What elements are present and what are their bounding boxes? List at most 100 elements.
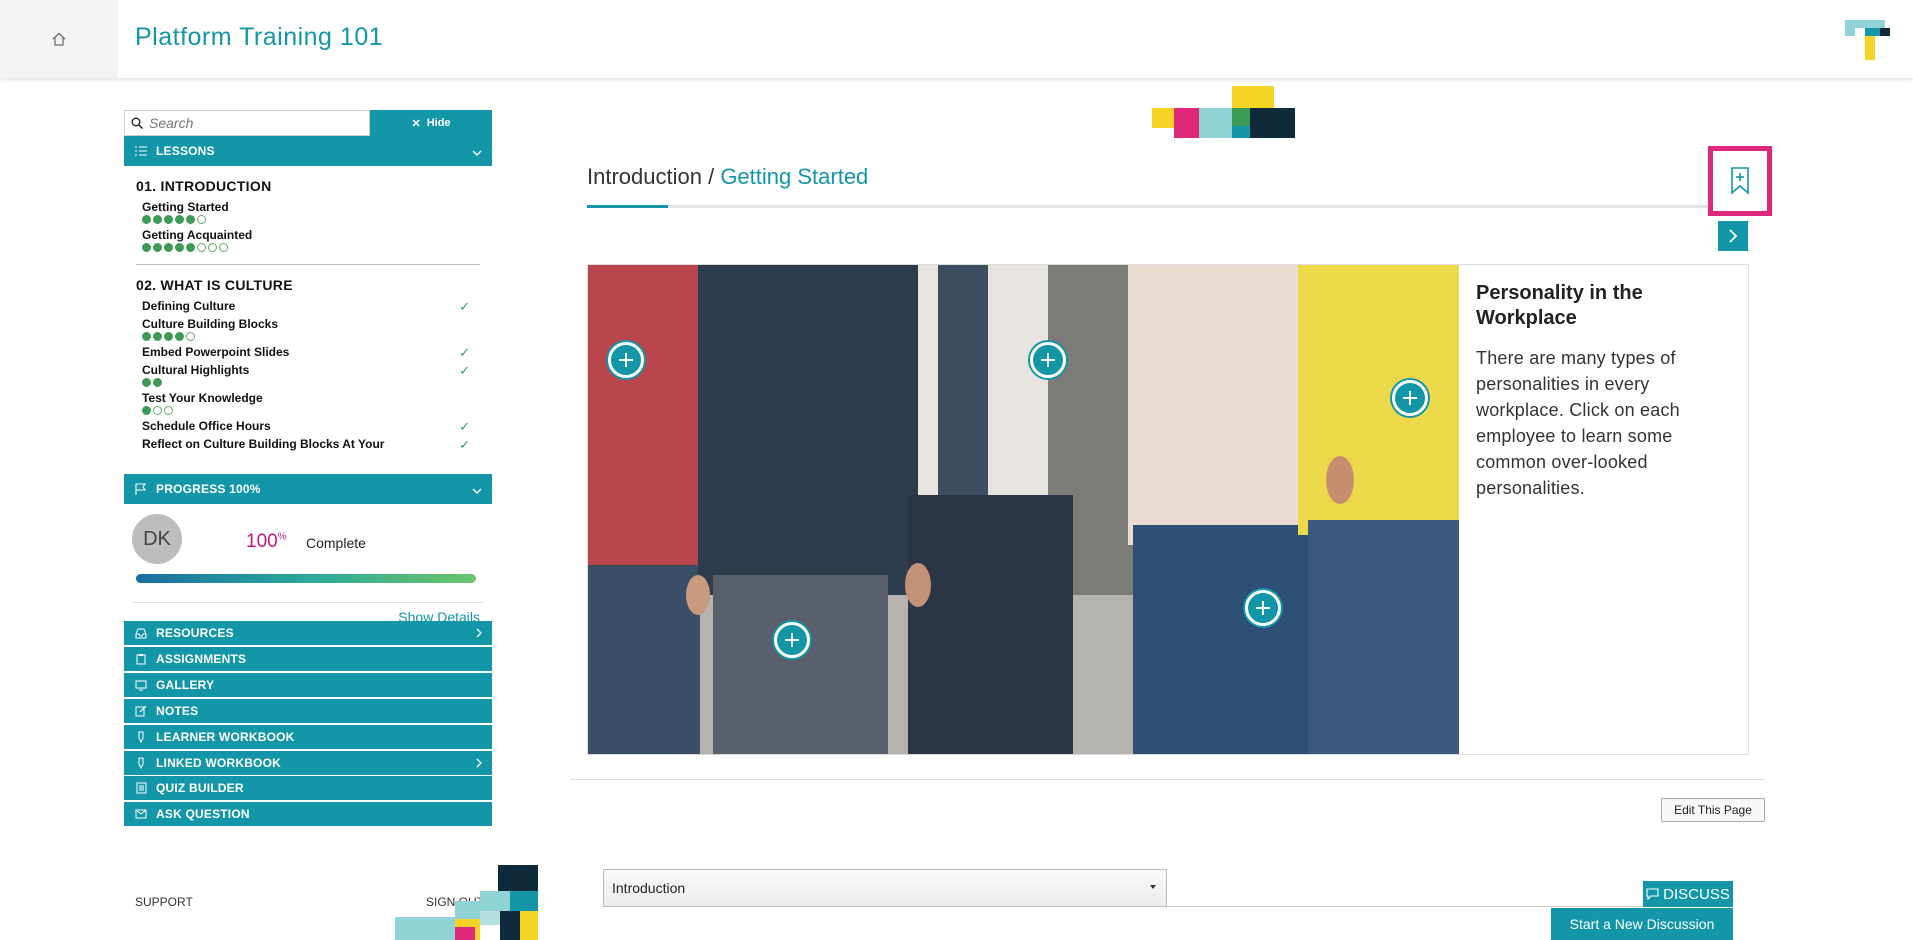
divider bbox=[136, 264, 480, 265]
search-icon bbox=[131, 117, 143, 129]
hotspot-button-5[interactable] bbox=[774, 622, 810, 658]
chevron-right-icon bbox=[476, 755, 482, 771]
avatar: DK bbox=[132, 514, 182, 564]
lesson-item[interactable]: Test Your Knowledge bbox=[136, 391, 492, 415]
main-content: Introduction / Getting Started Personali… bbox=[570, 84, 1772, 940]
lesson-progress-track bbox=[587, 205, 1737, 208]
caret-down-icon bbox=[1150, 885, 1156, 889]
hotspot-button-2[interactable] bbox=[1030, 342, 1066, 378]
progress-dot bbox=[153, 332, 162, 341]
list-icon bbox=[134, 781, 148, 795]
lesson-item[interactable]: Reflect on Culture Building Blocks At Yo… bbox=[136, 437, 492, 452]
discuss-label: DISCUSS bbox=[1663, 885, 1730, 903]
clipboard-icon bbox=[134, 652, 148, 666]
home-icon bbox=[52, 32, 66, 46]
team-photo bbox=[588, 265, 1459, 754]
percent-sign: % bbox=[277, 531, 287, 543]
info-panel: Personality in the Workplace There are m… bbox=[1476, 281, 1736, 501]
hotspot-button-1[interactable] bbox=[608, 342, 644, 378]
content-card: Personality in the Workplace There are m… bbox=[587, 264, 1749, 755]
lesson-progress-dots bbox=[142, 378, 492, 387]
page-select[interactable]: Introduction bbox=[603, 869, 1167, 907]
search-box bbox=[124, 110, 370, 136]
sidebar-item-label: GALLERY bbox=[156, 678, 215, 692]
app-root: Platform Training 101 ✕ Hide LESSONS bbox=[0, 0, 1913, 940]
progress-dot bbox=[153, 243, 162, 252]
chevron-right-icon bbox=[1729, 229, 1738, 243]
decorative-blocks bbox=[1152, 86, 1295, 138]
lesson-list: 01. INTRODUCTION Getting Started Getting A… bbox=[124, 166, 492, 474]
progress-dot bbox=[219, 243, 228, 252]
sidebar-item-gallery[interactable]: GALLERY bbox=[124, 673, 492, 697]
lesson-name: Schedule Office Hours bbox=[142, 419, 271, 433]
chat-icon bbox=[1646, 888, 1659, 900]
hotspot-button-4[interactable] bbox=[1245, 590, 1281, 626]
lesson-item[interactable]: Getting Started bbox=[136, 200, 492, 224]
plus-icon bbox=[619, 353, 633, 367]
lesson-item[interactable]: Getting Acquainted bbox=[136, 228, 492, 252]
check-icon: ✓ bbox=[459, 437, 470, 452]
breadcrumb-parent[interactable]: Introduction bbox=[587, 164, 702, 189]
breadcrumb-separator: / bbox=[701, 164, 721, 189]
page-select-value: Introduction bbox=[612, 880, 686, 896]
lesson-item[interactable]: Defining Culture ✓ bbox=[136, 299, 492, 314]
sidebar-item-ask-question[interactable]: ASK QUESTION bbox=[124, 802, 492, 826]
edit-icon bbox=[134, 704, 148, 718]
hide-label: Hide bbox=[426, 117, 451, 129]
lesson-progress-dots bbox=[142, 243, 492, 252]
progress-dot bbox=[164, 243, 173, 252]
progress-dot bbox=[208, 243, 217, 252]
flag-icon bbox=[134, 482, 148, 496]
lessons-header[interactable]: LESSONS bbox=[124, 136, 492, 166]
sidebar-item-resources[interactable]: RESOURCES bbox=[124, 621, 492, 645]
sidebar-item-notes[interactable]: NOTES bbox=[124, 699, 492, 723]
plus-icon bbox=[1403, 391, 1417, 405]
sidebar-item-learner-workbook[interactable]: LEARNER WORKBOOK bbox=[124, 725, 492, 749]
team-photo-illustration bbox=[588, 265, 1459, 754]
hotspot-button-3[interactable] bbox=[1392, 380, 1428, 416]
progress-dot bbox=[175, 243, 184, 252]
plus-icon bbox=[1041, 353, 1055, 367]
progress-dot bbox=[142, 243, 151, 252]
progress-header[interactable]: PROGRESS 100% bbox=[124, 474, 492, 504]
sidebar-item-label: NOTES bbox=[156, 704, 199, 718]
sidebar-item-quiz-builder[interactable]: QUIZ BUILDER bbox=[124, 776, 492, 800]
sidebar-item-linked-workbook[interactable]: LINKED WORKBOOK bbox=[124, 751, 492, 775]
lesson-item[interactable]: Schedule Office Hours ✓ bbox=[136, 419, 492, 434]
progress-percent: 100% bbox=[246, 531, 287, 553]
sidebar-item-label: QUIZ BUILDER bbox=[156, 781, 244, 795]
lesson-name: Defining Culture bbox=[142, 299, 236, 313]
bookmark-add-icon bbox=[1731, 167, 1749, 195]
progress-dot bbox=[164, 215, 173, 224]
progress-dot bbox=[164, 406, 173, 415]
edit-page-button[interactable]: Edit This Page bbox=[1661, 798, 1765, 822]
progress-percent-value: 100 bbox=[246, 531, 278, 552]
divider bbox=[570, 779, 1765, 780]
support-link[interactable]: SUPPORT bbox=[135, 895, 193, 909]
new-discussion-button[interactable]: Start a New Discussion bbox=[1551, 908, 1733, 940]
next-page-button[interactable] bbox=[1718, 221, 1748, 251]
progress-bar-fill bbox=[136, 574, 476, 583]
lesson-progress-fill bbox=[587, 205, 668, 208]
lesson-item[interactable]: Embed Powerpoint Slides ✓ bbox=[136, 345, 492, 360]
sidebar-item-assignments[interactable]: ASSIGNMENTS bbox=[124, 647, 492, 671]
lesson-progress-dots bbox=[142, 215, 492, 224]
home-button[interactable] bbox=[0, 0, 118, 78]
progress-dot bbox=[186, 215, 195, 224]
bookmark-button[interactable] bbox=[1708, 146, 1772, 216]
progress-dot bbox=[186, 332, 195, 341]
search-input[interactable] bbox=[149, 115, 349, 131]
lesson-progress-dots bbox=[142, 406, 492, 415]
lesson-name: Getting Acquainted bbox=[142, 228, 253, 242]
lesson-name: Reflect on Culture Building Blocks At Yo… bbox=[142, 437, 385, 451]
lesson-item[interactable]: Culture Building Blocks bbox=[136, 317, 492, 341]
sidebar: ✕ Hide LESSONS 01. INTRODUCTION Getting S… bbox=[124, 110, 492, 930]
discuss-button[interactable]: DISCUSS bbox=[1643, 881, 1733, 907]
section-title: 02. WHAT IS CULTURE bbox=[136, 277, 293, 293]
lesson-item[interactable]: Cultural Highlights ✓ bbox=[136, 363, 492, 387]
progress-dot bbox=[142, 406, 151, 415]
chevron-down-icon bbox=[472, 143, 482, 159]
app-title: Platform Training 101 bbox=[135, 23, 384, 51]
lesson-progress-dots bbox=[142, 332, 492, 341]
hide-button[interactable]: ✕ Hide bbox=[370, 110, 492, 136]
